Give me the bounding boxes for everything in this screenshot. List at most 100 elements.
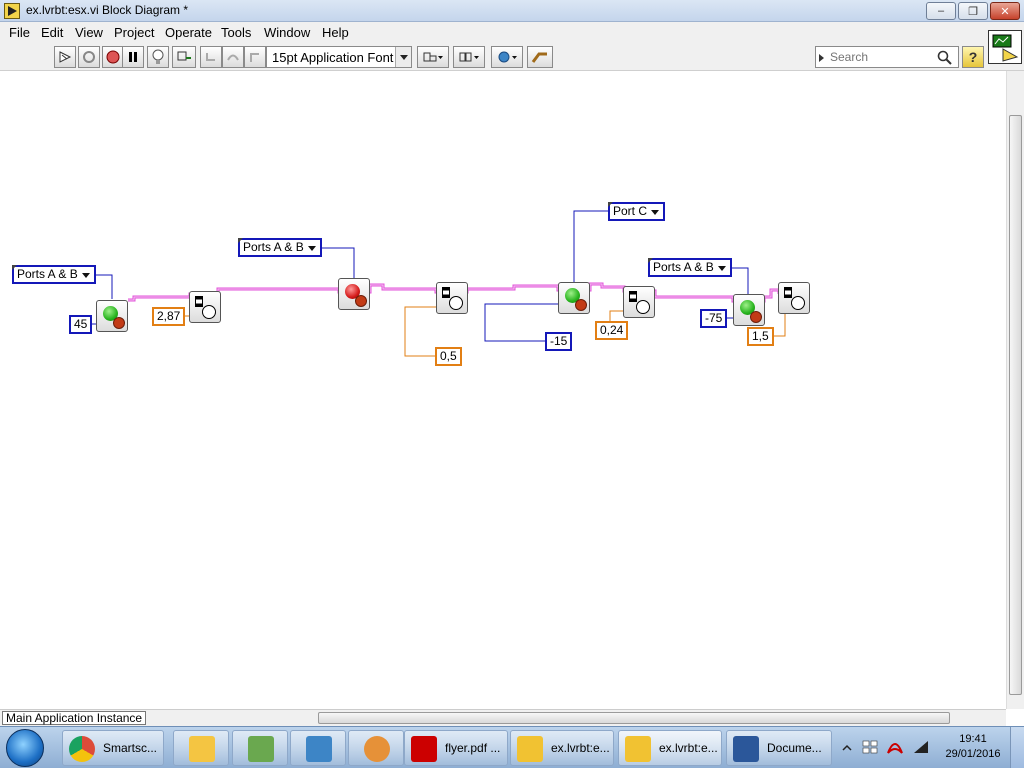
taskbar-item-label: Docume... <box>767 741 822 755</box>
power-constant-m15[interactable]: -15 <box>545 332 573 351</box>
tray-date: 29/01/2016 <box>945 748 1001 760</box>
horizontal-scrollbar[interactable]: Main Application Instance <box>0 709 1006 726</box>
clean-up-diagram-icon[interactable] <box>527 46 553 68</box>
motor-on-vi-1[interactable] <box>96 300 128 332</box>
tray-expand-icon[interactable] <box>842 743 852 753</box>
stopwatch-icon <box>202 305 216 319</box>
taskbar-item-control-panel[interactable] <box>290 730 346 766</box>
taskbar-item-chrome[interactable]: Smartsc... <box>62 730 164 766</box>
stopwatch-icon <box>449 296 463 310</box>
port-ring-ports-ab-1[interactable]: Ports A & B <box>12 265 96 284</box>
retain-wire-values-icon[interactable] <box>172 46 196 68</box>
labview-app-icon <box>4 3 20 19</box>
step-over-icon[interactable] <box>222 46 244 68</box>
stopwatch-icon <box>791 296 805 310</box>
control-panel-icon <box>306 736 332 762</box>
motor-stop-vi[interactable] <box>338 278 370 310</box>
menu-file[interactable]: File <box>9 25 30 40</box>
menu-window[interactable]: Window <box>264 25 310 40</box>
taskbar-item-label: ex.lvrbt:e... <box>659 741 718 755</box>
ring-label: Ports A & B <box>653 260 714 274</box>
wait-vi-3[interactable] <box>623 286 655 318</box>
menu-view[interactable]: View <box>75 25 103 40</box>
horizontal-scroll-thumb[interactable] <box>318 712 950 724</box>
toolbar: 15pt Application Font ? <box>0 43 1024 71</box>
taskbar-item-labview-2[interactable]: ex.lvrbt:e... <box>618 730 722 766</box>
hourglass-icon <box>629 291 637 302</box>
taskbar-item-pdf[interactable]: flyer.pdf ... <box>404 730 508 766</box>
vertical-scroll-thumb[interactable] <box>1009 115 1022 695</box>
menu-edit[interactable]: Edit <box>41 25 63 40</box>
step-out-icon[interactable] <box>244 46 266 68</box>
run-continuously-icon[interactable] <box>78 46 100 68</box>
chrome-icon <box>69 736 95 762</box>
restore-button[interactable]: ❐ <box>958 2 988 20</box>
search-input[interactable] <box>830 49 936 65</box>
show-desktop-button[interactable] <box>1010 727 1024 768</box>
hourglass-icon <box>195 296 203 307</box>
port-ring-ports-ab-3[interactable]: Ports A & B <box>648 258 732 277</box>
labview-icon <box>625 736 651 762</box>
taskbar-item-label: flyer.pdf ... <box>445 741 501 755</box>
pause-icon[interactable] <box>122 46 144 68</box>
application-instance-label[interactable]: Main Application Instance <box>2 711 146 725</box>
power-constant-m75[interactable]: -75 <box>700 309 728 328</box>
photos-icon <box>248 736 274 762</box>
wait-constant-024[interactable]: 0,24 <box>595 321 629 340</box>
vertical-scrollbar[interactable] <box>1006 71 1024 709</box>
hourglass-icon <box>784 287 792 298</box>
port-ring-port-c[interactable]: Port C <box>608 202 666 221</box>
wait-vi-4[interactable] <box>778 282 810 314</box>
tray-clock[interactable]: 19:41 29/01/2016 <box>945 733 1001 760</box>
taskbar-item-explorer[interactable] <box>173 730 229 766</box>
run-arrow-icon[interactable] <box>54 46 76 68</box>
highlight-execution-icon[interactable] <box>147 46 169 68</box>
menu-bar: File Edit View Project Operate Tools Win… <box>0 22 1024 43</box>
step-into-icon[interactable] <box>200 46 222 68</box>
block-diagram-canvas[interactable]: Ports A & B Ports A & B Port C Ports A &… <box>0 71 1006 709</box>
abort-icon[interactable] <box>102 46 124 68</box>
motor-on-vi-3[interactable] <box>733 294 765 326</box>
title-bar: ex.lvrbt:esx.vi Block Diagram * – ❐ ✕ <box>0 0 1024 22</box>
network-icon[interactable] <box>912 739 930 755</box>
wait-constant-15[interactable]: 1,5 <box>747 327 774 346</box>
motor-on-vi-2[interactable] <box>558 282 590 314</box>
tray-time: 19:41 <box>959 733 987 745</box>
distribute-objects-icon[interactable] <box>453 46 485 68</box>
menu-operate[interactable]: Operate <box>165 25 212 40</box>
start-button[interactable] <box>6 729 44 767</box>
taskbar-item-label: Smartsc... <box>103 741 158 755</box>
menu-help[interactable]: Help <box>322 25 349 40</box>
ring-label: Ports A & B <box>17 267 78 281</box>
vi-icon[interactable] <box>988 30 1022 64</box>
robot-icon <box>113 317 125 329</box>
menu-project[interactable]: Project <box>114 25 154 40</box>
wait-constant-05[interactable]: 0,5 <box>435 347 462 366</box>
acrobat-tray-icon[interactable] <box>886 739 904 755</box>
media-player-icon <box>364 736 390 762</box>
taskbar-item-photos[interactable] <box>232 730 288 766</box>
power-constant-45[interactable]: 45 <box>69 315 93 334</box>
menu-tools[interactable]: Tools <box>221 25 251 40</box>
stopwatch-icon <box>636 300 650 314</box>
search-box <box>815 46 959 68</box>
wait-constant-287[interactable]: 2,87 <box>152 307 186 326</box>
taskbar-item-labview-1[interactable]: ex.lvrbt:e... <box>510 730 614 766</box>
wait-vi-1[interactable] <box>189 291 221 323</box>
labview-icon <box>517 736 543 762</box>
font-select-value: 15pt Application Font <box>272 50 394 65</box>
minimize-button[interactable]: – <box>926 2 956 20</box>
wait-vi-2[interactable] <box>436 282 468 314</box>
close-button[interactable]: ✕ <box>990 2 1020 20</box>
windows-flag-icon[interactable] <box>862 739 878 755</box>
font-select[interactable]: 15pt Application Font <box>266 46 412 68</box>
search-icon[interactable] <box>937 50 953 66</box>
taskbar-item-media-player[interactable] <box>348 730 404 766</box>
robot-icon <box>355 295 367 307</box>
context-help-button[interactable]: ? <box>962 46 984 68</box>
reorder-icon[interactable] <box>491 46 523 68</box>
taskbar-item-word[interactable]: Docume... <box>726 730 832 766</box>
folder-icon <box>189 736 215 762</box>
align-objects-icon[interactable] <box>417 46 449 68</box>
port-ring-ports-ab-2[interactable]: Ports A & B <box>238 238 322 257</box>
